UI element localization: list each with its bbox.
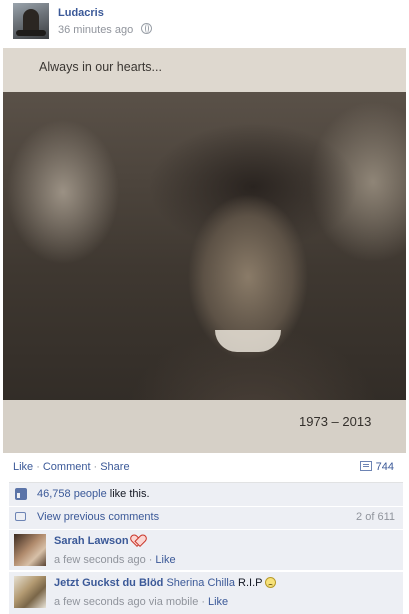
comment-bubble-icon <box>15 512 26 521</box>
heart-icon <box>132 535 144 546</box>
comment-text-row: Sarah Lawson <box>54 535 144 547</box>
post-photo[interactable]: Always in our hearts... 1973 – 2013 <box>3 48 406 453</box>
view-previous-comments-link[interactable]: View previous comments <box>37 511 159 523</box>
author-avatar[interactable] <box>13 3 49 39</box>
comment-like-link[interactable]: Like <box>208 596 228 608</box>
like-link[interactable]: Like <box>13 461 33 473</box>
commenter-name-link[interactable]: Jetzt Guckst du Blöd <box>54 577 163 589</box>
photo-portrait <box>3 92 406 444</box>
separator: · <box>36 461 40 473</box>
comment-count-value: 744 <box>375 461 394 473</box>
separator: · <box>148 554 153 566</box>
comments-pager: 2 of 611 <box>356 511 395 523</box>
comment-meta: a few seconds ago · Like <box>54 554 176 566</box>
author-name-link[interactable]: Ludacris <box>58 7 104 19</box>
separator: · <box>201 596 205 608</box>
likes-count-link[interactable]: 46,758 people <box>37 488 107 500</box>
post-actions: Like · Comment · Share 744 <box>13 461 396 475</box>
photo-years: 1973 – 2013 <box>299 414 372 429</box>
separator: · <box>93 461 98 473</box>
comment-bubble-icon <box>359 461 372 471</box>
comment-meta: a few seconds ago via mobile · Like <box>54 596 228 608</box>
comment-body: R.I.P <box>234 577 263 589</box>
likes-summary: 46,758 people like this. <box>9 482 403 506</box>
photo-caption: Always in our hearts... <box>39 60 162 74</box>
likes-text: 46,758 people like this. <box>37 488 150 500</box>
globe-icon <box>141 23 153 34</box>
likes-suffix: like this. <box>106 488 150 500</box>
comment-item: Sarah Lawson a few seconds ago · Like <box>9 529 403 570</box>
photo-smile <box>215 330 281 352</box>
comment-count[interactable]: 744 <box>359 461 394 473</box>
comment-item: Jetzt Guckst du Blöd Sherina Chilla R.I.… <box>9 571 403 614</box>
share-link[interactable]: Share <box>100 461 129 473</box>
tagged-user-link[interactable]: Sherina Chilla <box>166 577 234 589</box>
comment-like-link[interactable]: Like <box>155 554 175 566</box>
comment-time[interactable]: a few seconds ago via mobile <box>54 596 198 608</box>
avatar-motorbike <box>16 30 46 36</box>
commenter-avatar[interactable] <box>14 576 46 608</box>
previous-comments-row: View previous comments 2 of 611 <box>9 506 403 529</box>
commenter-avatar[interactable] <box>14 534 46 566</box>
comment-link[interactable]: Comment <box>43 461 91 473</box>
sad-face-icon <box>265 577 277 588</box>
comment-text-row: Jetzt Guckst du Blöd Sherina Chilla R.I.… <box>54 577 277 589</box>
thumbs-up-icon <box>15 488 27 500</box>
comment-time[interactable]: a few seconds ago <box>54 554 146 566</box>
post-timestamp[interactable]: 36 minutes ago <box>58 24 133 36</box>
commenter-name-link[interactable]: Sarah Lawson <box>54 535 129 547</box>
post-header: Ludacris 36 minutes ago <box>13 3 393 39</box>
post-timestamp-row: 36 minutes ago <box>58 23 153 36</box>
